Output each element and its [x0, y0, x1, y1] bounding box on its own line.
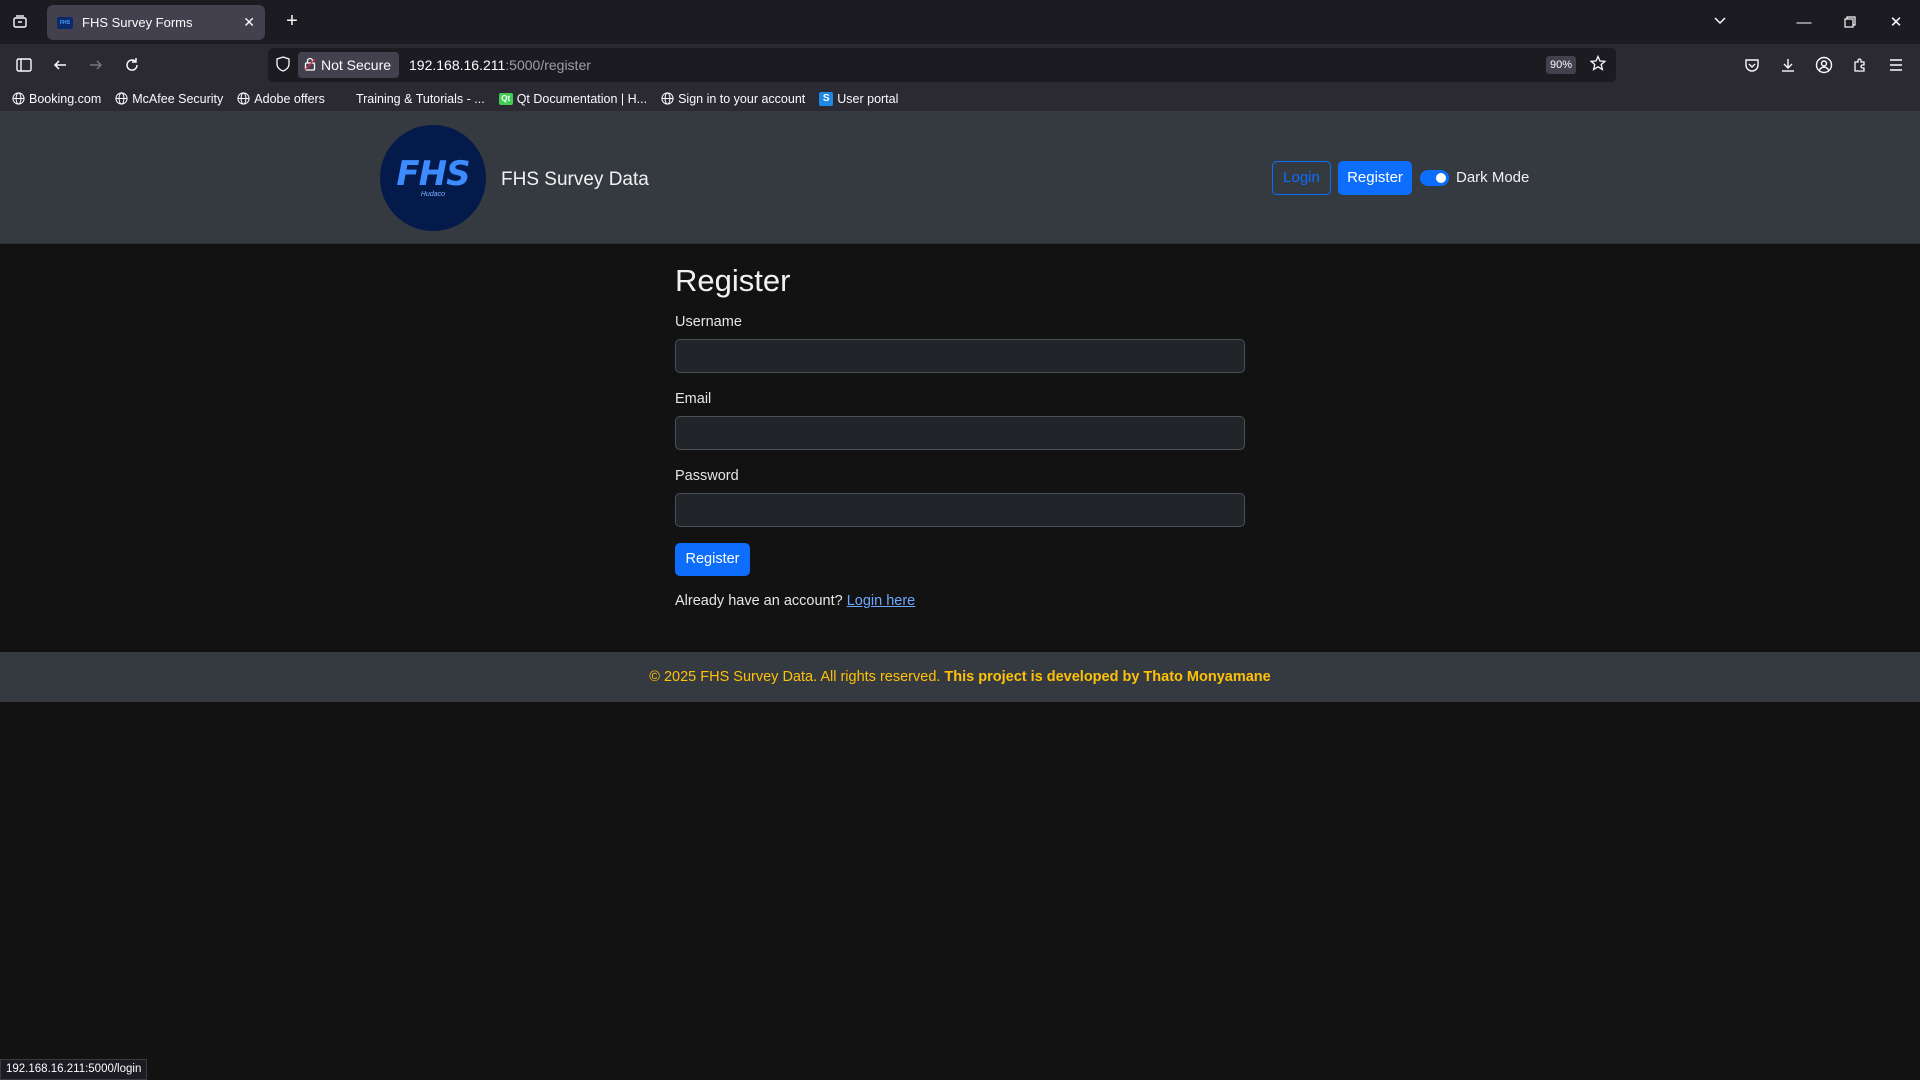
site-logo[interactable]: FHS Hudaco	[380, 125, 486, 231]
tab-list-icon[interactable]	[0, 0, 40, 44]
s-icon: S	[819, 91, 834, 106]
dark-mode-label: Dark Mode	[1456, 169, 1530, 186]
tab-title: FHS Survey Forms	[82, 15, 193, 30]
brand-name[interactable]: FHS Survey Data	[501, 169, 649, 191]
username-label: Username	[675, 314, 742, 330]
register-submit-button[interactable]: Register	[675, 543, 750, 576]
bookmark-booking[interactable]: Booking.com	[12, 92, 101, 106]
url-path: :5000/register	[505, 57, 591, 73]
account-icon[interactable]	[1810, 51, 1838, 79]
bookmark-label: Adobe offers	[254, 91, 325, 106]
bookmark-label: Qt Documentation | H...	[516, 91, 648, 106]
minimize-icon[interactable]: —	[1781, 0, 1827, 44]
email-label: Email	[675, 391, 712, 407]
forward-icon[interactable]	[82, 51, 110, 79]
site-footer: © 2025 FHS Survey Data. All rights reser…	[0, 652, 1920, 702]
globe-icon	[237, 92, 250, 105]
logo-subtext: Hudaco	[420, 190, 446, 198]
url-text[interactable]: 192.168.16.211:5000/register	[409, 57, 591, 73]
page-content: FHS Hudaco FHS Survey Data Login Registe…	[0, 111, 1920, 1080]
security-indicator[interactable]: Not Secure	[298, 52, 400, 78]
login-prompt-text: Already have an account?	[675, 593, 843, 609]
bookmark-label: Training & Tutorials - ...	[355, 91, 485, 106]
bookmark-label: Sign in to your account	[678, 91, 806, 106]
chevron-down-icon[interactable]	[1712, 12, 1728, 33]
site-favicon-icon: FHS	[57, 16, 73, 29]
extensions-icon[interactable]	[1846, 51, 1874, 79]
status-url-tooltip: 192.168.16.211:5000/login	[0, 1059, 148, 1080]
bookmark-training[interactable]: Training & Tutorials - ...	[339, 92, 485, 106]
bookmark-star-icon[interactable]	[1589, 54, 1607, 76]
bookmark-adobe[interactable]: Adobe offers	[237, 92, 325, 106]
globe-icon	[661, 92, 674, 105]
bookmark-label: User portal	[837, 91, 899, 106]
sidebar-toggle-icon[interactable]	[10, 51, 38, 79]
globe-icon	[115, 92, 128, 105]
login-button[interactable]: Login	[1272, 161, 1331, 195]
toggle-knob	[1436, 173, 1446, 183]
back-icon[interactable]	[46, 51, 74, 79]
bookmark-label: Booking.com	[29, 91, 102, 106]
bookmark-signin[interactable]: Sign in to your account	[661, 92, 805, 106]
logo-text: FHS	[396, 153, 470, 194]
security-label: Not Secure	[321, 57, 392, 73]
register-form: Register Username Email Password Registe…	[675, 263, 1245, 609]
shield-icon[interactable]	[276, 56, 290, 77]
browser-tabbar: FHS FHS Survey Forms ✕ + — ✕	[0, 0, 1920, 44]
browser-navbar: Not Secure 192.168.16.211:5000/register …	[0, 44, 1920, 86]
downloads-icon[interactable]	[1774, 51, 1802, 79]
footer-developer: This project is developed by Thato Monya…	[944, 669, 1271, 685]
lock-warning-icon	[304, 57, 316, 74]
dark-mode-toggle[interactable]	[1420, 170, 1449, 186]
bookmark-user-portal[interactable]: S User portal	[819, 91, 899, 106]
bookmark-label: McAfee Security	[132, 91, 224, 106]
qt-icon: Qt	[498, 92, 513, 105]
generic-bookmark-icon	[339, 92, 352, 105]
register-nav-button[interactable]: Register	[1338, 161, 1412, 195]
close-window-icon[interactable]: ✕	[1873, 0, 1919, 44]
password-label: Password	[675, 468, 739, 484]
url-host: 192.168.16.211	[409, 57, 506, 73]
bookmark-mcafee[interactable]: McAfee Security	[115, 92, 223, 106]
page-title: Register	[675, 263, 791, 298]
restore-icon[interactable]	[1827, 0, 1873, 44]
password-input[interactable]	[675, 493, 1245, 527]
address-bar[interactable]: Not Secure 192.168.16.211:5000/register …	[268, 48, 1616, 82]
menu-icon[interactable]	[1882, 51, 1910, 79]
login-prompt: Already have an account? Login here	[675, 593, 1245, 609]
new-tab-icon[interactable]: +	[280, 10, 304, 34]
bookmarks-bar: Booking.com McAfee Security Adobe offers…	[0, 86, 1920, 111]
site-header: FHS Hudaco FHS Survey Data Login Registe…	[0, 111, 1920, 244]
globe-icon	[12, 92, 25, 105]
username-input[interactable]	[675, 339, 1245, 373]
reload-icon[interactable]	[118, 51, 146, 79]
login-here-link[interactable]: Login here	[847, 593, 916, 609]
zoom-indicator[interactable]: 90%	[1546, 56, 1576, 74]
pocket-icon[interactable]	[1738, 51, 1766, 79]
bookmark-qt[interactable]: Qt Qt Documentation | H...	[498, 91, 648, 106]
email-input[interactable]	[675, 416, 1245, 450]
close-tab-icon[interactable]: ✕	[243, 14, 255, 31]
tab-active[interactable]: FHS FHS Survey Forms ✕	[47, 5, 265, 40]
footer-copyright: © 2025 FHS Survey Data. All rights reser…	[649, 669, 941, 685]
